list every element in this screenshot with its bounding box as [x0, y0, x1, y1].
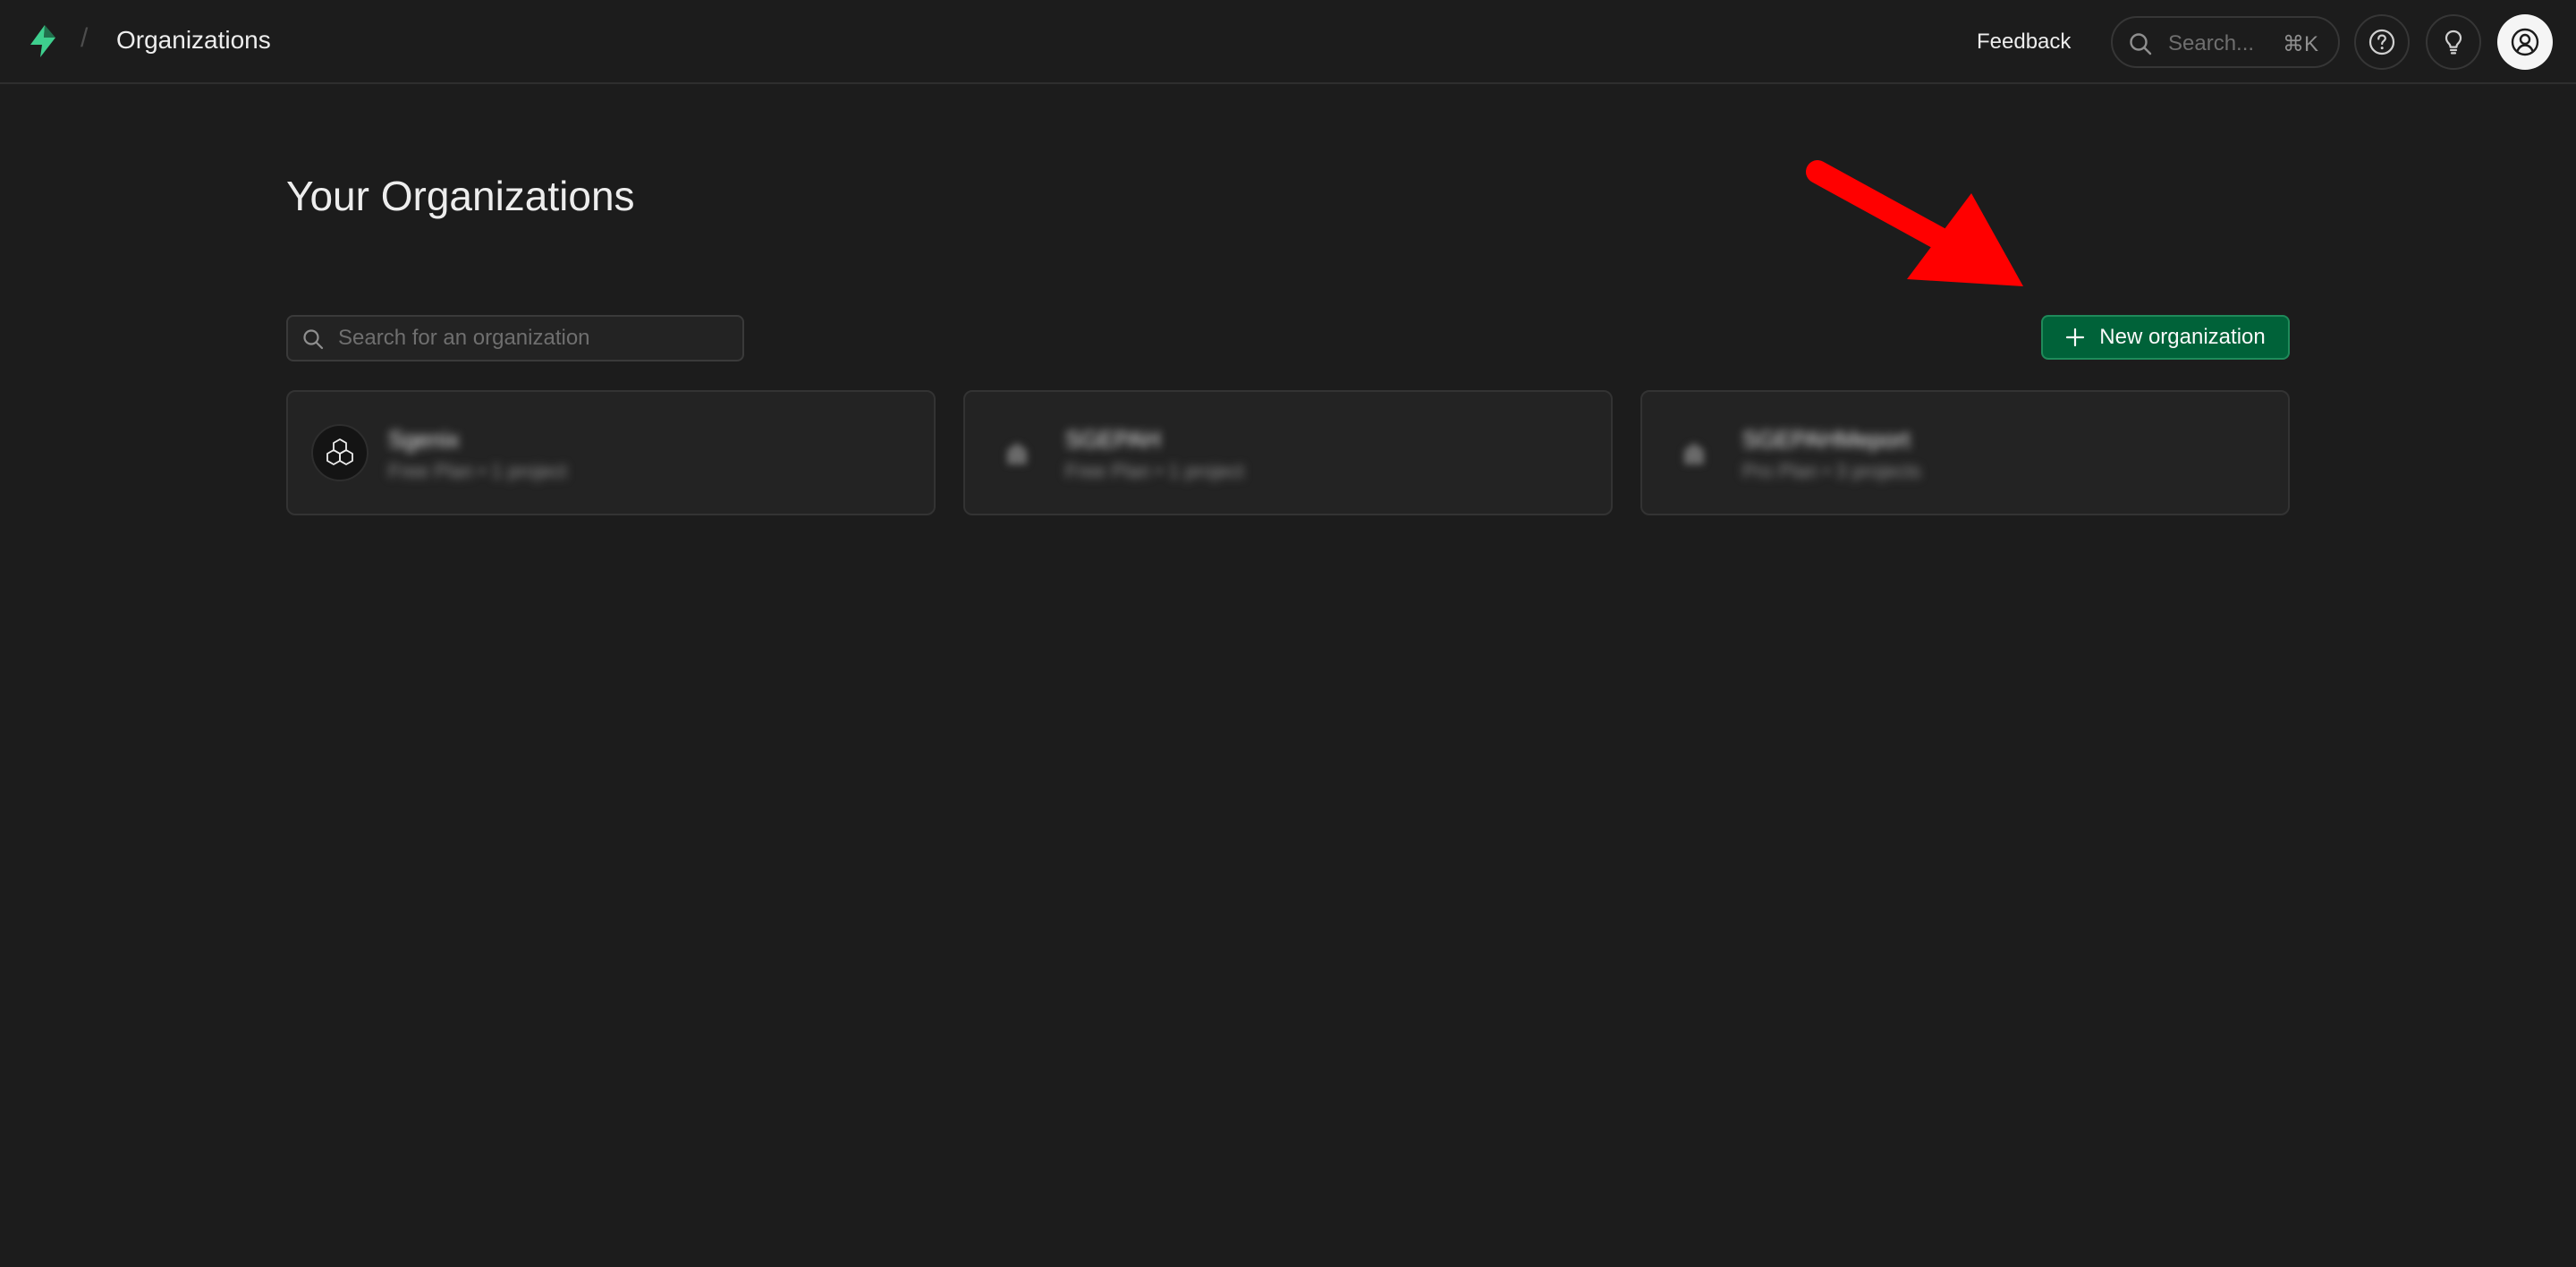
organization-name: Sgenix [388, 426, 460, 453]
organization-card[interactable]: SGEPAH Free Plan • 1 project [963, 390, 1613, 515]
page-title: Your Organizations [286, 173, 635, 219]
organization-meta: Free Plan • 1 project [388, 460, 567, 482]
breadcrumb-title[interactable]: Organizations [116, 26, 271, 55]
user-avatar-button[interactable] [2497, 14, 2553, 70]
organization-card[interactable]: Sgenix Free Plan • 1 project [286, 390, 936, 515]
search-shortcut: ⌘K [2282, 32, 2318, 56]
whats-new-button[interactable] [2426, 14, 2481, 70]
search-icon [303, 329, 324, 350]
breadcrumb-separator: / [80, 23, 89, 53]
feedback-button[interactable]: Feedback [1964, 21, 2083, 63]
plus-icon [2066, 327, 2085, 347]
building-icon [1665, 424, 1723, 481]
global-search-placeholder: Search... [2168, 31, 2255, 55]
organization-meta: Free Plan • 1 project [1065, 460, 1244, 482]
organization-search-field[interactable] [286, 315, 744, 361]
cubes-icon [311, 424, 369, 481]
organization-name: SGEPAHMeport [1742, 426, 1911, 453]
search-icon [2130, 33, 2152, 55]
organization-meta: Pro Plan • 3 projects [1742, 460, 1921, 482]
top-bar: / Organizations Feedback Search... ⌘K [0, 0, 2576, 84]
help-button[interactable] [2354, 14, 2410, 70]
supabase-logo-icon[interactable] [25, 23, 61, 59]
organization-name: SGEPAH [1065, 426, 1161, 453]
new-organization-label: New organization [2099, 325, 2266, 349]
organization-search-input[interactable] [338, 317, 732, 360]
building-icon [988, 424, 1046, 481]
organization-card[interactable]: SGEPAHMeport Pro Plan • 3 projects [1640, 390, 2290, 515]
global-search-button[interactable]: Search... ⌘K [2111, 16, 2340, 68]
new-organization-button[interactable]: New organization [2041, 315, 2290, 360]
help-icon [2368, 29, 2395, 55]
user-avatar-icon [2511, 28, 2539, 56]
annotation-arrow-icon [1806, 160, 2023, 286]
lightbulb-icon [2445, 30, 2462, 55]
